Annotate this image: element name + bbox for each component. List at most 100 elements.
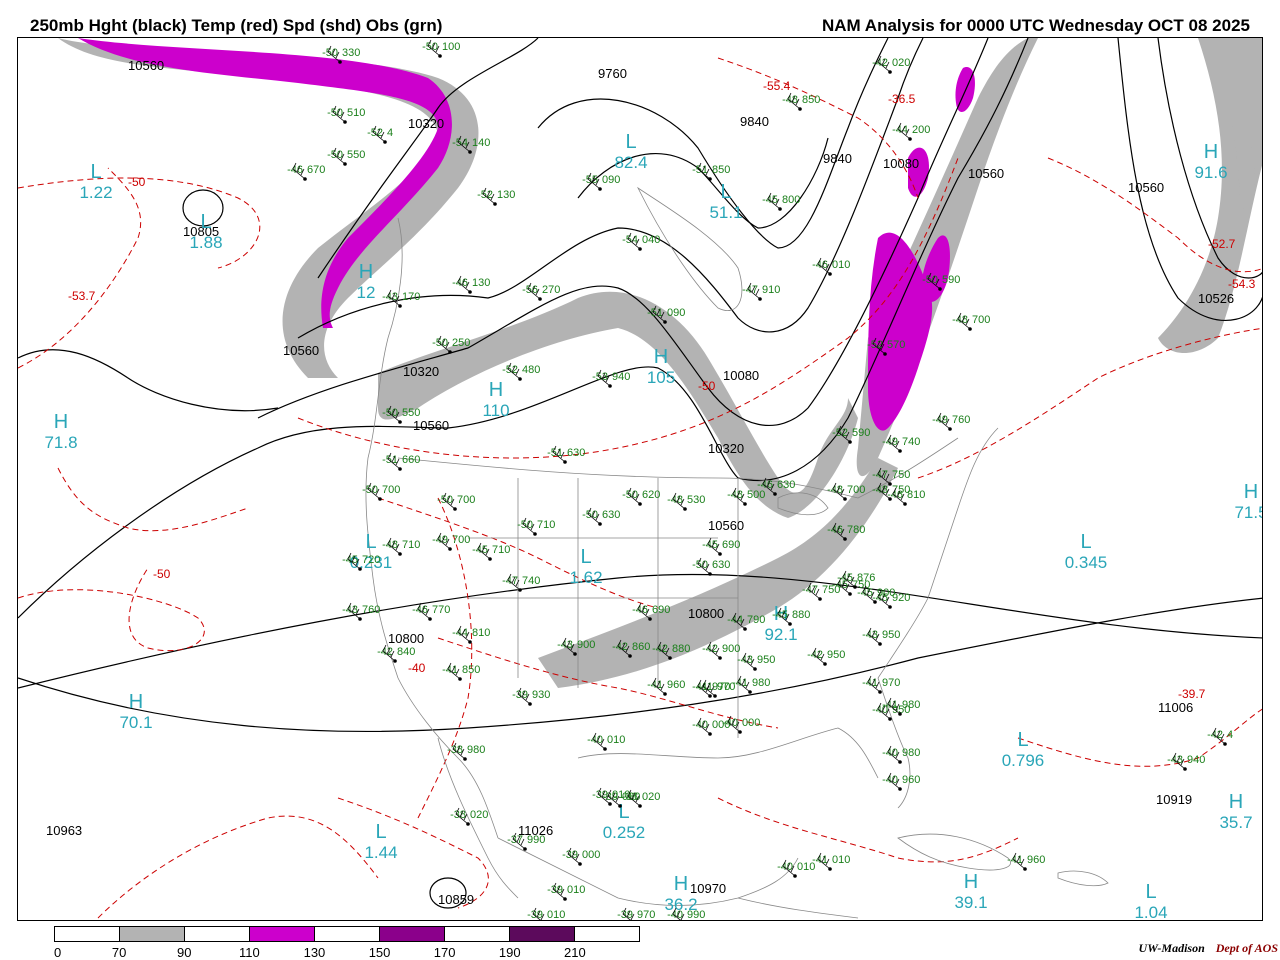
obs-height: 900 bbox=[577, 639, 595, 651]
obs-height: 740 bbox=[522, 575, 540, 587]
legend-tick-label: 110 bbox=[238, 945, 260, 960]
speed-extreme-value: 1.44 bbox=[364, 843, 397, 862]
height-value-label: 10919 bbox=[1156, 792, 1192, 807]
obs-height: 630 bbox=[602, 509, 620, 521]
obs-height: 910 bbox=[762, 284, 780, 296]
speed-extreme-value: 82.4 bbox=[614, 153, 647, 172]
speed-extreme-value: 105 bbox=[647, 368, 675, 387]
chart-title-left: 250mb Hght (black) Temp (red) Spd (shd) … bbox=[30, 16, 443, 35]
legend-color-segment bbox=[379, 927, 444, 941]
speed-extreme-value: 71.8 bbox=[44, 433, 77, 452]
obs-height: 990 bbox=[527, 834, 545, 846]
speed-max-marker: H bbox=[674, 873, 688, 895]
obs-height: 750 bbox=[822, 584, 840, 596]
speed-max-marker: H bbox=[489, 379, 503, 401]
temperature-value-label: -55.4 bbox=[763, 79, 791, 93]
height-value-label: 9760 bbox=[598, 66, 627, 81]
speed-extreme-value: 12 bbox=[357, 283, 376, 302]
speed-min-marker: L bbox=[375, 821, 386, 843]
speed-extreme-value: 1.88 bbox=[189, 233, 222, 252]
legend-color-segment bbox=[574, 927, 639, 941]
obs-height: 630 bbox=[567, 447, 585, 459]
temp-contour bbox=[57, 467, 249, 532]
obs-height: 020 bbox=[642, 791, 660, 803]
obs-height: 140 bbox=[472, 137, 490, 149]
jet-core-northeast3 bbox=[908, 147, 929, 197]
height-value-label: 9840 bbox=[823, 151, 852, 166]
obs-height: 880 bbox=[672, 643, 690, 655]
height-value-label: 10526 bbox=[1198, 291, 1234, 306]
legend-tick-label: 210 bbox=[564, 945, 586, 960]
height-value-label: 10560 bbox=[128, 58, 164, 73]
height-value-label: 11006 bbox=[1158, 700, 1193, 715]
legend-color-segment bbox=[184, 927, 249, 941]
speed-min-marker: L bbox=[365, 531, 376, 553]
obs-height: 920 bbox=[892, 592, 910, 604]
speed-max-marker: H bbox=[654, 346, 668, 368]
obs-height: 700 bbox=[452, 534, 470, 546]
obs-height: 270 bbox=[542, 284, 560, 296]
obs-height: 980 bbox=[902, 699, 920, 711]
obs-height: 690 bbox=[652, 604, 670, 616]
legend-color-segment bbox=[314, 927, 379, 941]
obs-height: 570 bbox=[887, 339, 905, 351]
speed-extreme-value: 35.7 bbox=[1219, 813, 1252, 832]
speed-extreme-value: 1.22 bbox=[79, 183, 112, 202]
temperature-value-label: -36.5 bbox=[888, 92, 916, 106]
speed-min-marker: L bbox=[580, 546, 591, 568]
temperature-value-label: -50 bbox=[153, 567, 171, 581]
temp-contour bbox=[18, 177, 261, 269]
obs-height: 250 bbox=[452, 337, 470, 349]
height-value-label: 10800 bbox=[688, 606, 724, 621]
speed-extreme-value: 51.1 bbox=[709, 203, 742, 222]
obs-height: 800 bbox=[782, 194, 800, 206]
speed-min-marker: L bbox=[720, 181, 731, 203]
obs-height: 100 bbox=[442, 41, 460, 53]
speed-extreme-value: 0.252 bbox=[603, 823, 646, 842]
speed-max-marker: H bbox=[964, 871, 978, 893]
obs-height: 010 bbox=[607, 734, 625, 746]
legend-tick-label: 0 bbox=[54, 945, 62, 960]
obs-height: 590 bbox=[942, 274, 960, 286]
obs-height: 720 bbox=[362, 554, 380, 566]
temperature-value-label: -50 bbox=[128, 175, 146, 189]
speed-max-marker: H bbox=[1229, 791, 1243, 813]
obs-height: 930 bbox=[532, 689, 550, 701]
obs-height: 790 bbox=[747, 614, 765, 626]
legend-color-segment bbox=[444, 927, 509, 941]
height-value-label: 10080 bbox=[883, 156, 919, 171]
temperature-value-label: -39.7 bbox=[1178, 687, 1206, 701]
obs-height: 980 bbox=[752, 677, 770, 689]
obs-height: 940 bbox=[1187, 754, 1205, 766]
obs-height: 660 bbox=[402, 454, 420, 466]
obs-height: 620 bbox=[642, 489, 660, 501]
speed-extreme-value: 1.62 bbox=[569, 568, 602, 587]
obs-height: 810 bbox=[472, 627, 490, 639]
obs-height: 020 bbox=[892, 57, 910, 69]
obs-height: 4 bbox=[1227, 729, 1233, 741]
speed-color-legend bbox=[54, 926, 640, 942]
speed-min-marker: L bbox=[625, 131, 636, 153]
temp-contour bbox=[18, 567, 205, 652]
obs-height: 090 bbox=[667, 307, 685, 319]
height-value-label: 10560 bbox=[968, 166, 1004, 181]
obs-height: 970 bbox=[712, 681, 730, 693]
obs-height: 850 bbox=[462, 664, 480, 676]
temperature-value-label: -54.3 bbox=[1228, 277, 1256, 291]
legend-tick-label: 150 bbox=[368, 945, 391, 960]
department-credit: Dept of AOS bbox=[1215, 941, 1278, 955]
height-value-label: 10080 bbox=[723, 368, 759, 383]
speed-max-marker: H bbox=[1204, 141, 1218, 163]
obs-height: 550 bbox=[402, 407, 420, 419]
obs-height: 010 bbox=[547, 909, 565, 921]
central-america bbox=[737, 897, 859, 919]
speed-max-marker: H bbox=[54, 411, 68, 433]
obs-height: 970 bbox=[637, 909, 655, 921]
speed-extreme-value: 92.1 bbox=[764, 625, 797, 644]
height-value-label: 10560 bbox=[413, 418, 449, 433]
obs-height: 950 bbox=[882, 629, 900, 641]
obs-height: 530 bbox=[687, 494, 705, 506]
obs-height: 700 bbox=[382, 484, 400, 496]
obs-height: 480 bbox=[522, 364, 540, 376]
speed-min-marker: L bbox=[90, 161, 101, 183]
